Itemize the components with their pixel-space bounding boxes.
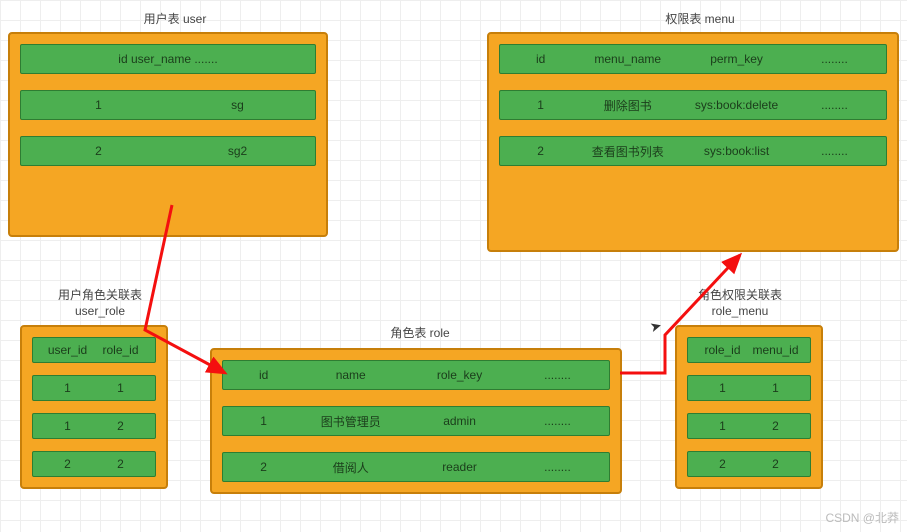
cell-name: 借阅人 — [296, 459, 405, 476]
header-cell: ........ — [791, 52, 878, 66]
table-header: id user_name ....... — [20, 44, 316, 74]
title-line1: 用户角色关联表 — [58, 288, 142, 302]
table-header: role_id menu_id — [687, 337, 811, 363]
cell-id: 1 — [231, 414, 296, 428]
cell-b: 1 — [749, 381, 802, 395]
table-role: id name role_key ........ 1 图书管理员 admin … — [210, 348, 622, 494]
table-header: user_id role_id — [32, 337, 156, 363]
cell-a: 1 — [696, 419, 749, 433]
header-cell: id — [508, 52, 573, 66]
table-row: 2 借阅人 reader ........ — [222, 452, 610, 482]
cell-a: 1 — [696, 381, 749, 395]
cell-b: 2 — [94, 419, 147, 433]
table-user-role: user_id role_id 1 1 1 2 2 2 — [20, 325, 168, 489]
table-row: 2 2 — [687, 451, 811, 477]
table-title-menu: 权限表 menu — [625, 10, 775, 27]
table-row: 1 1 — [32, 375, 156, 401]
header-cell: id — [231, 368, 296, 382]
cell-extra: ........ — [514, 414, 601, 428]
cell-b: 2 — [749, 419, 802, 433]
header-cell: ........ — [514, 368, 601, 382]
table-row: 2 2 — [32, 451, 156, 477]
cell-name: 查看图书列表 — [573, 143, 682, 160]
cell-name: sg2 — [168, 144, 307, 158]
cell-id: 1 — [29, 98, 168, 112]
header-cell: user_id — [41, 343, 94, 357]
cell-perm: sys:book:list — [682, 144, 791, 158]
table-title-role-menu: 角色权限关联表 role_menu — [680, 288, 800, 319]
header-cell: perm_key — [682, 52, 791, 66]
cell-name: 删除图书 — [573, 97, 682, 114]
cell-name: 图书管理员 — [296, 413, 405, 430]
cell-id: 1 — [508, 98, 573, 112]
table-menu: id menu_name perm_key ........ 1 删除图书 sy… — [487, 32, 899, 252]
table-title-user-role: 用户角色关联表 user_role — [40, 288, 160, 319]
watermark: CSDN @北莽 — [825, 509, 899, 526]
table-header: id menu_name perm_key ........ — [499, 44, 887, 74]
header-cell: menu_id — [749, 343, 802, 357]
cell-perm: sys:book:delete — [682, 98, 791, 112]
header-cell: name — [296, 368, 405, 382]
title-line2: role_menu — [712, 304, 769, 318]
cell-b: 2 — [749, 457, 802, 471]
cell-b: 1 — [94, 381, 147, 395]
table-row: 1 sg — [20, 90, 316, 120]
table-row: 1 2 — [687, 413, 811, 439]
cell-a: 1 — [41, 419, 94, 433]
cell-id: 2 — [29, 144, 168, 158]
header-cell: role_id — [94, 343, 147, 357]
cell-key: reader — [405, 460, 514, 474]
cell-extra: ........ — [791, 144, 878, 158]
table-row: 1 删除图书 sys:book:delete ........ — [499, 90, 887, 120]
table-row: 2 查看图书列表 sys:book:list ........ — [499, 136, 887, 166]
table-row: 1 1 — [687, 375, 811, 401]
cell-extra: ........ — [791, 98, 878, 112]
cell-id: 2 — [508, 144, 573, 158]
table-title-role: 角色表 role — [360, 324, 480, 341]
header-cell: id user_name ....... — [29, 52, 307, 66]
cell-a: 2 — [696, 457, 749, 471]
cell-id: 2 — [231, 460, 296, 474]
table-user: id user_name ....... 1 sg 2 sg2 — [8, 32, 328, 237]
cell-a: 2 — [41, 457, 94, 471]
header-cell: role_id — [696, 343, 749, 357]
table-row: 2 sg2 — [20, 136, 316, 166]
table-row: 1 2 — [32, 413, 156, 439]
title-line1: 角色权限关联表 — [698, 288, 782, 302]
cell-name: sg — [168, 98, 307, 112]
cell-extra: ........ — [514, 460, 601, 474]
cell-key: admin — [405, 414, 514, 428]
header-cell: role_key — [405, 368, 514, 382]
header-cell: menu_name — [573, 52, 682, 66]
table-row: 1 图书管理员 admin ........ — [222, 406, 610, 436]
title-line2: user_role — [75, 304, 125, 318]
table-title-user: 用户表 user — [100, 10, 250, 27]
cell-a: 1 — [41, 381, 94, 395]
table-role-menu: role_id menu_id 1 1 1 2 2 2 — [675, 325, 823, 489]
table-header: id name role_key ........ — [222, 360, 610, 390]
cell-b: 2 — [94, 457, 147, 471]
